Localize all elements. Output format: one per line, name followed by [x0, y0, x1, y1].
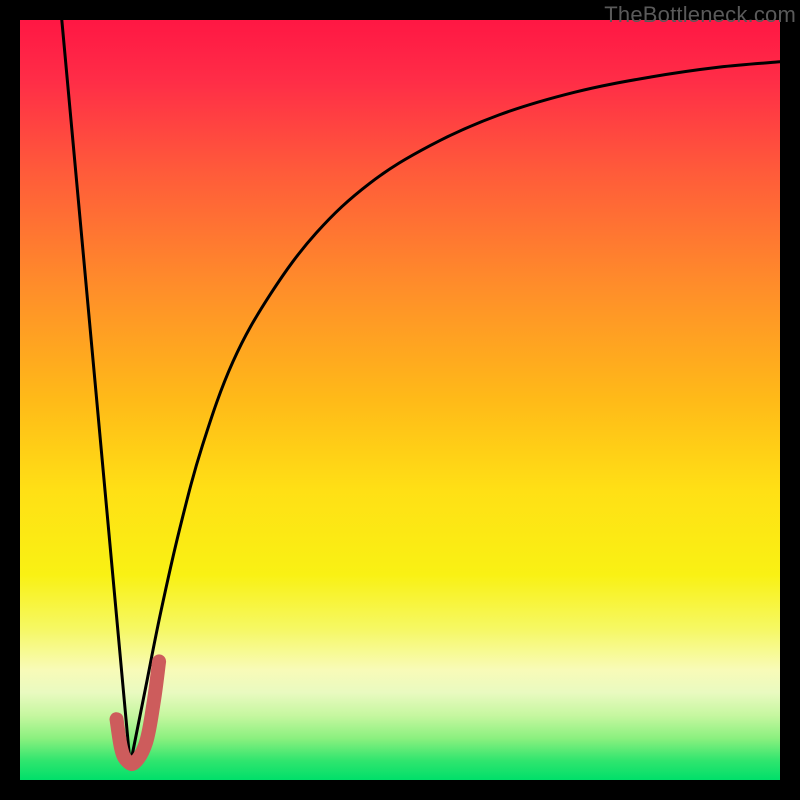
gradient-background — [20, 20, 780, 780]
watermark-text: TheBottleneck.com — [604, 2, 796, 28]
plot-area — [20, 20, 780, 780]
chart-svg — [20, 20, 780, 780]
chart-frame: TheBottleneck.com — [0, 0, 800, 800]
